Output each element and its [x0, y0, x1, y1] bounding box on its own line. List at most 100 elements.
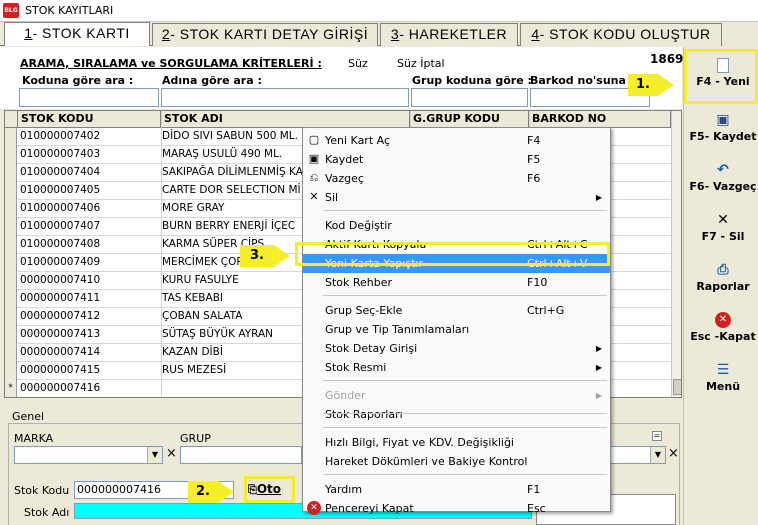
- cell-stok-kodu[interactable]: 010000007403: [20, 146, 160, 163]
- cell-stok-kodu[interactable]: 000000007413: [20, 326, 160, 343]
- menu-item[interactable]: Yardım F1: [303, 480, 610, 499]
- tab-hareketler[interactable]: 3- HAREKETLER: [380, 23, 518, 46]
- scrollbar-thumb[interactable]: [673, 379, 681, 395]
- row-indicator[interactable]: [5, 308, 17, 326]
- cell-stok-kodu[interactable]: 000000007416: [20, 380, 160, 397]
- menu-button[interactable]: ☰ Menü: [688, 357, 758, 404]
- menu-item[interactable]: ▢ Yeni Kart Aç F4: [303, 131, 610, 150]
- row-indicator[interactable]: [5, 164, 17, 182]
- callout-3-arrow: [274, 245, 290, 267]
- menu-item[interactable]: Grup ve Tip Tanımlamaları: [303, 320, 610, 339]
- grup-select[interactable]: [180, 446, 302, 464]
- save-icon: ▣: [308, 152, 320, 165]
- callout-1-label: 1.: [628, 74, 658, 96]
- menu-item[interactable]: Stok Rehber F10: [303, 273, 610, 292]
- cell-stok-kodu[interactable]: 010000007408: [20, 236, 160, 253]
- search-group-input[interactable]: [411, 88, 528, 107]
- menu-item[interactable]: Stok Raporları: [303, 405, 610, 424]
- save-button[interactable]: ▣ F5- Kaydet: [688, 107, 758, 154]
- row-indicator[interactable]: [5, 146, 17, 164]
- menu-item[interactable]: Hareket Dökümleri ve Bakiye Kontrol: [303, 452, 610, 471]
- marka-select[interactable]: ▼: [14, 446, 163, 464]
- tab-label: - HAREKETLER: [399, 26, 508, 42]
- row-indicator[interactable]: [5, 290, 17, 308]
- row-indicator[interactable]: [5, 362, 17, 380]
- chevron-down-icon[interactable]: ▼: [147, 447, 162, 463]
- close-button-label: Esc -Kapat: [690, 330, 756, 343]
- right-select[interactable]: ▼: [610, 446, 666, 464]
- delete-icon: ✕: [309, 190, 319, 203]
- col-stok-kodu[interactable]: STOK KODU: [18, 111, 161, 128]
- close-button[interactable]: ✕ Esc -Kapat: [688, 307, 758, 354]
- cell-stok-kodu[interactable]: 010000007404: [20, 164, 160, 181]
- tab-key: 3: [390, 26, 400, 42]
- cancel-button[interactable]: ↶ F6- Vazgeç: [688, 157, 758, 204]
- chevron-down-icon[interactable]: ▼: [650, 447, 665, 463]
- filter-cancel-link[interactable]: Süz İptal: [397, 57, 445, 70]
- grid-vertical-scrollbar[interactable]: [671, 111, 681, 397]
- menu-item[interactable]: ✕ Sil ▶: [303, 188, 610, 207]
- menu-item[interactable]: Kod Değiştir: [303, 216, 610, 235]
- col-barkod-no[interactable]: BARKOD NO: [529, 111, 671, 128]
- delete-button[interactable]: ✕ F7 - Sil: [688, 207, 758, 254]
- cell-stok-kodu[interactable]: 000000007415: [20, 362, 160, 379]
- cell-stok-kodu[interactable]: 010000007406: [20, 200, 160, 217]
- row-indicator[interactable]: [5, 254, 17, 272]
- cell-stok-kodu[interactable]: 000000007410: [20, 272, 160, 289]
- row-indicator[interactable]: [5, 128, 17, 146]
- tab-stok-karti[interactable]: 1- STOK KARTI: [4, 22, 150, 46]
- row-indicator[interactable]: [5, 326, 17, 344]
- row-indicator[interactable]: [5, 272, 17, 290]
- search-name-input[interactable]: [161, 88, 409, 107]
- menu-item[interactable]: ⎌ Vazgeç F6: [303, 169, 610, 188]
- filter-apply-link[interactable]: Süz: [348, 57, 368, 70]
- delete-icon: ✕: [717, 212, 729, 228]
- menu-item[interactable]: Hızlı Bilgi, Fiyat ve KDV. Değişikliği: [303, 433, 610, 452]
- cell-stok-kodu[interactable]: 000000007411: [20, 290, 160, 307]
- menu-separator: [323, 413, 607, 414]
- close-circle-icon: ✕: [715, 312, 731, 328]
- menu-button-label: Menü: [705, 380, 741, 393]
- row-indicator[interactable]: [5, 344, 17, 362]
- grup-label: GRUP: [180, 432, 211, 445]
- cell-stok-kodu[interactable]: 010000007409: [20, 254, 160, 271]
- cell-stok-kodu[interactable]: 010000007405: [20, 182, 160, 199]
- menu-item[interactable]: Stok Detay Girişi ▶: [303, 339, 610, 358]
- expand-icon[interactable]: =: [652, 431, 662, 441]
- menu-item[interactable]: ▣ Kaydet F5: [303, 150, 610, 169]
- menu-item[interactable]: Stok Resmi ▶: [303, 358, 610, 377]
- row-indicator[interactable]: [5, 200, 17, 218]
- row-indicator[interactable]: *: [5, 380, 17, 397]
- callout-1-arrow: [658, 74, 674, 96]
- right-clear-icon[interactable]: ×: [668, 446, 679, 461]
- marka-clear-icon[interactable]: ×: [166, 446, 177, 461]
- menu-item[interactable]: Grup Seç-Ekle Ctrl+G: [303, 301, 610, 320]
- window-title: STOK KAYITLARI: [25, 4, 114, 17]
- callout-3-box: [295, 242, 610, 266]
- general-group-title: Genel: [12, 410, 45, 423]
- col-grup-kodu[interactable]: G.GRUP KODU: [410, 111, 529, 128]
- cell-stok-kodu[interactable]: 010000007407: [20, 218, 160, 235]
- tab-stok-karti-detay[interactable]: 2- STOK KARTI DETAY GİRİŞİ: [152, 23, 378, 46]
- cell-stok-kodu[interactable]: 000000007412: [20, 308, 160, 325]
- submenu-arrow-icon: ▶: [595, 363, 602, 372]
- row-indicator[interactable]: [5, 218, 17, 236]
- cell-stok-kodu[interactable]: 010000007402: [20, 128, 160, 145]
- oto-button[interactable]: ⎘Oto: [248, 480, 290, 499]
- menu-separator: [323, 210, 607, 211]
- menu-item-shortcut: Ctrl+G: [527, 304, 565, 317]
- menu-item-label: Pencereyi Kapat: [325, 502, 414, 515]
- cell-stok-kodu[interactable]: 000000007414: [20, 344, 160, 361]
- callout-3-label: 3.: [240, 245, 274, 267]
- tab-label: - STOK KARTI: [32, 25, 130, 41]
- search-code-input[interactable]: [19, 88, 159, 107]
- row-indicator[interactable]: [5, 182, 17, 200]
- menu-item[interactable]: ✕ Pencereyi Kapat Esc: [303, 499, 610, 518]
- report-icon: ⎙: [717, 262, 729, 278]
- callout-2-label: 2.: [188, 481, 218, 503]
- col-stok-adi[interactable]: STOK ADI: [161, 111, 410, 128]
- tab-stok-kodu-olustur[interactable]: 4- STOK KODU OLUŞTUR: [520, 23, 722, 46]
- reports-button[interactable]: ⎙ Raporlar: [688, 257, 758, 304]
- row-indicator[interactable]: [5, 236, 17, 254]
- new-button[interactable]: F4 - Yeni: [688, 53, 758, 100]
